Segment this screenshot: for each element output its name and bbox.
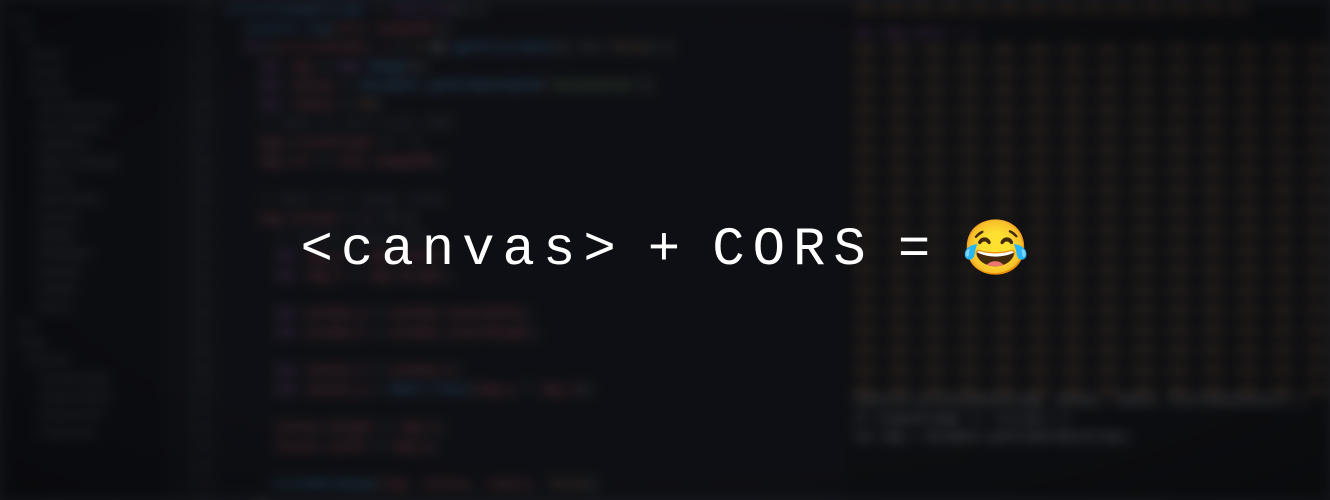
hero-image: ▸ src▾ jsutilitiesimages▾ canvasidle-det… bbox=[0, 0, 1330, 500]
headline-cors: CORS bbox=[712, 220, 874, 281]
headline-equals: = bbox=[898, 220, 938, 281]
headline: <canvas> + CORS = 😂 bbox=[0, 0, 1330, 500]
headline-emoji: 😂 bbox=[962, 217, 1029, 283]
headline-canvas-tag: <canvas> bbox=[301, 220, 624, 281]
headline-plus: + bbox=[648, 220, 688, 281]
